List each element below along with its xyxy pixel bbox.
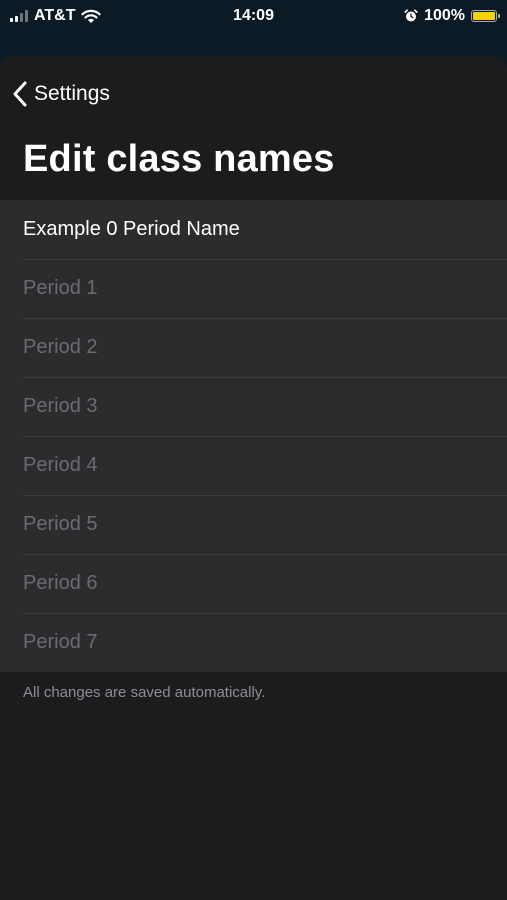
status-right: 100% (404, 7, 500, 25)
screen: AT&T 14:09 100% Settings Edit class name… (0, 0, 507, 900)
footer-note: All changes are saved automatically. (23, 684, 266, 701)
class-name-row (0, 495, 507, 554)
class-name-row (0, 377, 507, 436)
chevron-left-icon (13, 81, 27, 107)
class-name-input-period-4[interactable] (23, 454, 493, 477)
class-name-row (0, 259, 507, 318)
back-button[interactable]: Settings (0, 74, 110, 114)
status-time: 14:09 (233, 7, 274, 24)
signal-icon (10, 10, 28, 22)
class-name-input-period-6[interactable] (23, 572, 493, 595)
class-name-row (0, 436, 507, 495)
class-name-input-period-5[interactable] (23, 513, 493, 536)
status-bar: AT&T 14:09 100% (0, 0, 507, 32)
battery-percent: 100% (424, 7, 465, 24)
carrier-label: AT&T (34, 7, 76, 24)
class-name-input-period-2[interactable] (23, 336, 493, 359)
status-left: AT&T (10, 7, 102, 25)
class-name-row (0, 200, 507, 259)
class-name-row (0, 318, 507, 377)
class-names-list (0, 200, 507, 672)
settings-sheet: Settings Edit class names All changes ar… (0, 56, 507, 900)
class-name-input-period-3[interactable] (23, 395, 493, 418)
class-name-input-period-7[interactable] (23, 631, 493, 654)
battery-fill (473, 12, 495, 20)
class-name-row (0, 554, 507, 613)
battery-icon (471, 10, 500, 22)
class-name-input-period-1[interactable] (23, 277, 493, 300)
alarm-icon (404, 9, 418, 22)
class-name-row (0, 613, 507, 672)
page-title: Edit class names (23, 138, 335, 180)
wifi-icon (81, 9, 102, 23)
back-label: Settings (34, 82, 110, 105)
class-name-input-period-0[interactable] (23, 218, 493, 241)
